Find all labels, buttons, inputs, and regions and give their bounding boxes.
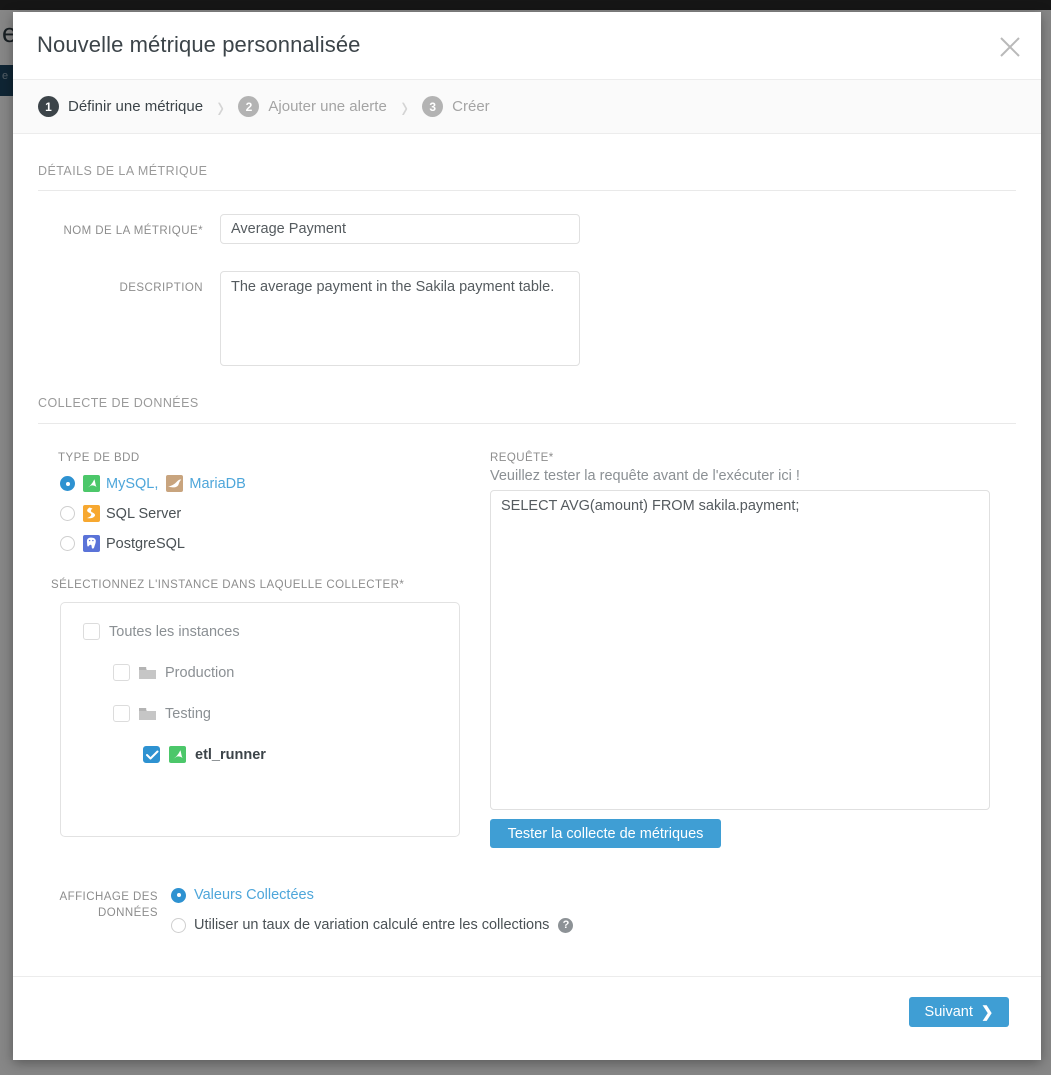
query-hint: Veuillez tester la requête avant de l'ex… — [490, 468, 800, 484]
description-textarea[interactable] — [220, 271, 580, 366]
step-2-label: Ajouter une alerte — [268, 98, 387, 115]
help-icon[interactable]: ? — [558, 917, 574, 933]
query-textarea[interactable] — [490, 490, 990, 810]
sqlserver-label: SQL Server — [106, 505, 182, 522]
db-type-option-mysql-mariadb[interactable]: MySQL, MariaDB — [60, 475, 246, 492]
section-divider — [38, 190, 1016, 191]
radio-sqlserver[interactable] — [60, 506, 75, 521]
data-display-label-line2: DONNÉES — [97, 907, 158, 919]
postgresql-label: PostgreSQL — [106, 535, 185, 552]
dialog-footer: Suivant ❯ — [13, 976, 1041, 1060]
tree-label-all-instances: Toutes les instances — [109, 623, 240, 640]
next-button[interactable]: Suivant ❯ — [909, 997, 1009, 1027]
postgresql-icon — [83, 535, 100, 552]
new-custom-metric-dialog: Nouvelle métrique personnalisée 1 Défini… — [13, 12, 1041, 1060]
data-display-label: AFFICHAGE DES DONNÉES — [13, 889, 158, 921]
checkbox-all-instances[interactable] — [83, 623, 100, 640]
folder-icon — [139, 666, 156, 680]
metric-name-label: NOM DE LA MÉTRIQUE* — [63, 225, 203, 237]
step-separator-icon: › — [401, 87, 408, 124]
metric-name-input[interactable] — [220, 214, 580, 244]
data-display-option-rate-of-change[interactable]: Utiliser un taux de variation calculé en… — [171, 917, 574, 933]
test-metric-collection-label: Tester la collecte de métriques — [507, 825, 704, 842]
wizard-step-1[interactable]: 1 Définir une métrique — [38, 96, 203, 117]
close-icon[interactable] — [997, 34, 1023, 60]
checkbox-testing[interactable] — [113, 705, 130, 722]
mysql-icon — [169, 746, 186, 763]
description-label: DESCRIPTION — [119, 282, 203, 294]
tree-row-production[interactable]: Production — [113, 664, 234, 681]
mariadb-icon — [166, 475, 184, 492]
instances-label: SÉLECTIONNEZ L'INSTANCE DANS LAQUELLE CO… — [51, 579, 405, 591]
radio-rate-of-change[interactable] — [171, 917, 186, 933]
step-2-number: 2 — [238, 96, 260, 117]
folder-icon — [139, 707, 156, 721]
step-3-label: Créer — [452, 98, 490, 115]
data-display-label-line1: AFFICHAGE DES — [59, 891, 158, 903]
db-type-option-sqlserver[interactable]: SQL Server — [60, 505, 181, 522]
chevron-right-icon: ❯ — [980, 1004, 994, 1021]
collected-values-label: Valeurs Collectées — [194, 887, 314, 903]
query-label: REQUÊTE* — [490, 452, 554, 464]
data-display-option-collected-values[interactable]: Valeurs Collectées — [171, 887, 314, 903]
wizard-step-bar: 1 Définir une métrique › 2 Ajouter une a… — [13, 80, 1041, 134]
tree-row-all-instances[interactable]: Toutes les instances — [83, 623, 240, 640]
radio-collected-values[interactable] — [171, 887, 186, 903]
tree-label-etl-runner: etl_runner — [195, 746, 266, 763]
next-button-label: Suivant — [924, 1004, 973, 1020]
dialog-header: Nouvelle métrique personnalisée — [13, 12, 1041, 80]
test-metric-collection-button[interactable]: Tester la collecte de métriques — [490, 819, 721, 848]
sqlserver-icon — [83, 505, 100, 522]
mariadb-label: MariaDB — [189, 475, 246, 492]
tree-row-etl-runner[interactable]: etl_runner — [143, 746, 266, 763]
tree-row-testing[interactable]: Testing — [113, 705, 211, 722]
tree-label-testing: Testing — [165, 705, 211, 722]
radio-mysql-mariadb[interactable] — [60, 476, 75, 491]
db-type-option-postgresql[interactable]: PostgreSQL — [60, 535, 185, 552]
rate-of-change-label: Utiliser un taux de variation calculé en… — [194, 917, 550, 933]
wizard-step-3[interactable]: 3 Créer — [422, 96, 490, 117]
mysql-label: MySQL, — [106, 475, 159, 492]
step-separator-icon: › — [217, 87, 225, 124]
section-divider — [38, 423, 1016, 424]
radio-postgresql[interactable] — [60, 536, 75, 551]
instances-tree: Toutes les instances Production Testing … — [60, 602, 460, 837]
checkbox-production[interactable] — [113, 664, 130, 681]
mysql-icon — [83, 475, 100, 492]
tree-label-production: Production — [165, 664, 235, 681]
step-1-number: 1 — [38, 96, 59, 117]
db-type-label: TYPE DE BDD — [58, 452, 140, 464]
section-title-metric-details: DÉTAILS DE LA MÉTRIQUE — [38, 164, 208, 178]
dialog-body: DÉTAILS DE LA MÉTRIQUE NOM DE LA MÉTRIQU… — [13, 134, 1041, 976]
checkbox-etl-runner[interactable] — [143, 746, 160, 763]
wizard-step-2[interactable]: 2 Ajouter une alerte — [238, 96, 387, 117]
step-3-number: 3 — [422, 96, 444, 117]
dialog-title: Nouvelle métrique personnalisée — [37, 32, 361, 57]
step-1-label: Définir une métrique — [68, 98, 204, 115]
section-title-data-collection: COLLECTE DE DONNÉES — [38, 396, 199, 410]
